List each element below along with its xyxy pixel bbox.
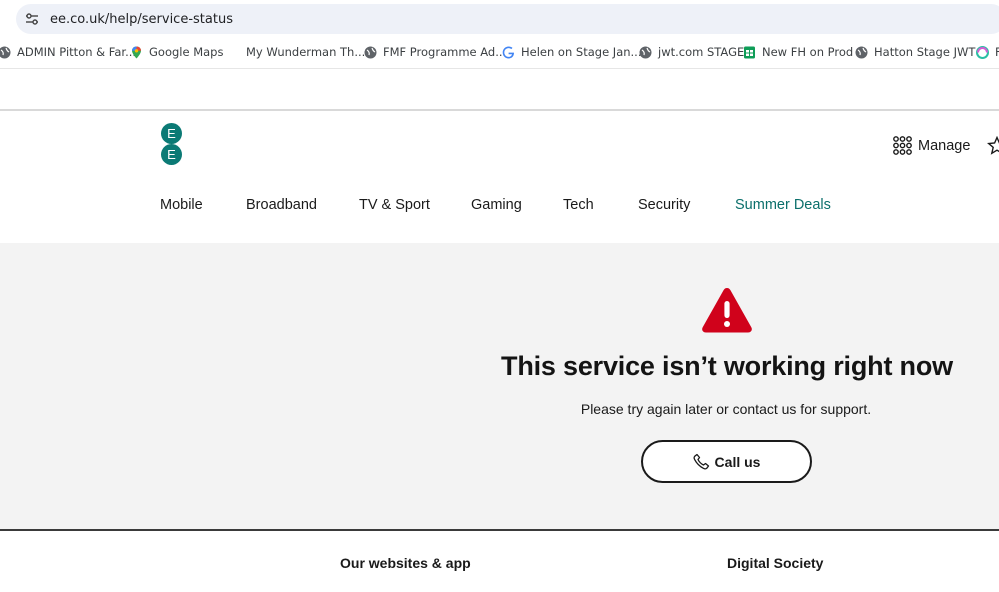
nav-item-tv-sport[interactable]: TV & Sport bbox=[359, 197, 430, 213]
call-us-label: Call us bbox=[714, 453, 761, 470]
ee-logo[interactable]: E E bbox=[159, 123, 184, 165]
footer-heading-digital-society[interactable]: Digital Society bbox=[727, 555, 823, 571]
chrome-divider bbox=[0, 68, 999, 69]
service-status-panel: This service isn’t working right now Ple… bbox=[0, 243, 999, 529]
site-settings-icon[interactable] bbox=[24, 11, 40, 27]
google-g-icon bbox=[502, 46, 515, 59]
maps-pin-icon bbox=[130, 46, 143, 59]
globe-icon bbox=[855, 46, 868, 59]
nav-item-mobile[interactable]: Mobile bbox=[160, 197, 203, 213]
site-header: E E Manage Mobile Broadband TV & Sport G… bbox=[0, 111, 999, 243]
browser-chrome: ee.co.uk/help/service-status ADMIN Pitto… bbox=[0, 0, 999, 111]
address-bar[interactable]: ee.co.uk/help/service-status bbox=[16, 4, 999, 34]
apps-grid-icon bbox=[893, 136, 912, 155]
bookmark-item[interactable]: F bbox=[976, 40, 999, 64]
edge-icon bbox=[976, 45, 989, 59]
phone-icon bbox=[693, 453, 710, 470]
bookmark-item[interactable]: jwt.com STAGE bbox=[639, 40, 744, 64]
globe-icon bbox=[364, 46, 377, 59]
bookmark-item[interactable]: Helen on Stage Jan... bbox=[502, 40, 642, 64]
main-nav: Mobile Broadband TV & Sport Gaming Tech … bbox=[0, 197, 999, 219]
bookmark-item[interactable]: ADMIN Pitton & Far... bbox=[0, 40, 136, 64]
bookmark-item[interactable]: Hatton Stage JWT bbox=[855, 40, 975, 64]
manage-button[interactable]: Manage bbox=[893, 136, 970, 155]
nav-item-broadband[interactable]: Broadband bbox=[246, 197, 317, 213]
url-text[interactable]: ee.co.uk/help/service-status bbox=[50, 12, 233, 27]
footer-heading-websites[interactable]: Our websites & app bbox=[340, 555, 471, 571]
bookmark-item[interactable]: FMF Programme Ad... bbox=[364, 40, 506, 64]
nav-item-gaming[interactable]: Gaming bbox=[471, 197, 522, 213]
bookmark-item[interactable]: My Wunderman Th... bbox=[246, 40, 365, 64]
sheets-icon bbox=[743, 46, 756, 59]
error-headline: This service isn’t working right now bbox=[501, 351, 953, 381]
site-footer: Our websites & app Digital Society bbox=[0, 531, 999, 592]
nav-item-security[interactable]: Security bbox=[638, 197, 690, 213]
globe-icon bbox=[0, 46, 11, 59]
error-subtext: Please try again later or contact us for… bbox=[580, 401, 872, 417]
globe-icon bbox=[639, 46, 652, 59]
bookmarks-bar: ADMIN Pitton & Far... Google Maps My Wun… bbox=[0, 38, 999, 66]
call-us-button[interactable]: Call us bbox=[641, 440, 812, 483]
nav-item-tech[interactable]: Tech bbox=[563, 197, 594, 213]
nav-item-summer-deals[interactable]: Summer Deals bbox=[735, 197, 831, 213]
manage-label: Manage bbox=[918, 137, 971, 154]
bookmark-item[interactable]: Google Maps bbox=[130, 40, 223, 64]
bookmark-item[interactable]: New FH on Prod bbox=[743, 40, 853, 64]
star-icon[interactable] bbox=[986, 135, 999, 156]
svg-text:E: E bbox=[167, 126, 176, 141]
svg-text:E: E bbox=[167, 147, 176, 162]
warning-triangle-icon bbox=[701, 286, 753, 334]
